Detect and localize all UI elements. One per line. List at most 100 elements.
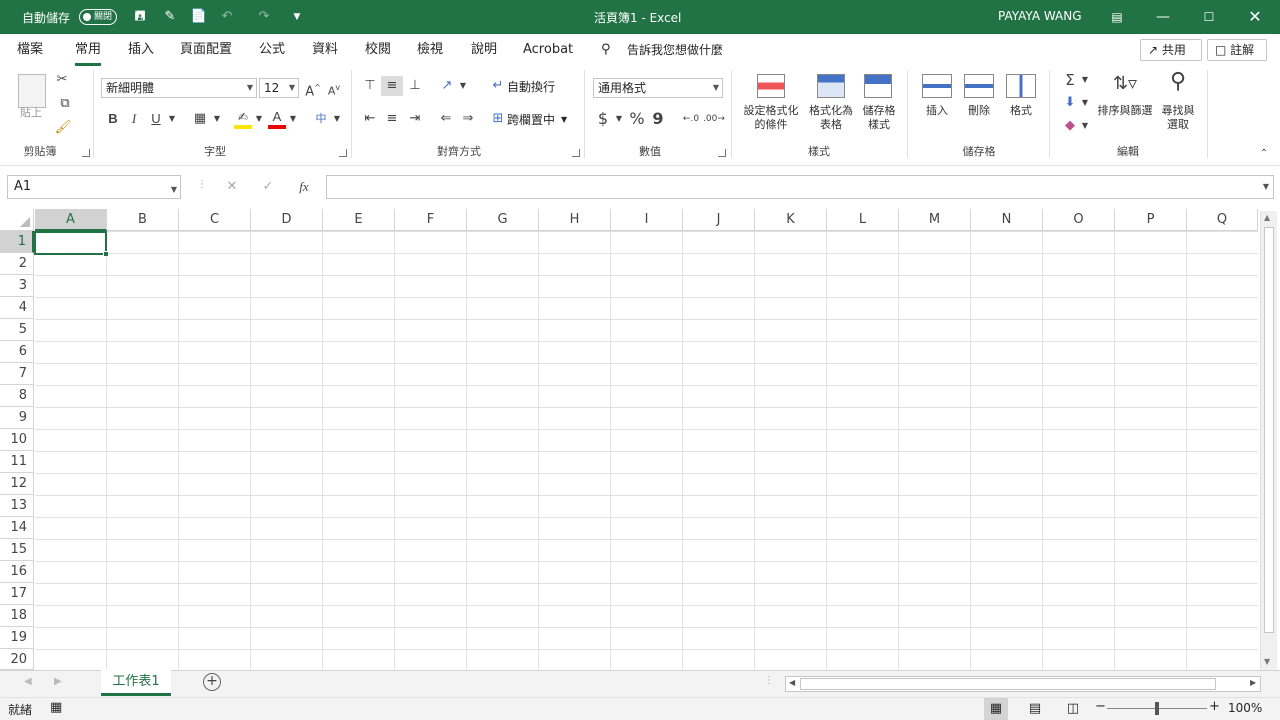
column-header[interactable]: A — [35, 209, 107, 231]
tab-insert[interactable]: 插入 — [128, 40, 154, 60]
copy-icon[interactable]: ⧉ — [54, 94, 76, 114]
tab-split-grip[interactable]: ⋮ — [764, 675, 774, 686]
chevron-down-icon[interactable]: ▼ — [254, 109, 264, 129]
column-header[interactable]: B — [107, 209, 179, 231]
autosave-toggle[interactable]: 關閉 — [79, 9, 117, 25]
column-header[interactable]: I — [611, 209, 683, 231]
tab-home[interactable]: 常用 — [75, 40, 102, 66]
zoom-in-icon[interactable]: + — [1209, 699, 1220, 714]
comma-style-button[interactable]: 9 — [651, 109, 665, 129]
format-painter-icon[interactable]: 🖌 — [54, 118, 72, 138]
row-header[interactable]: 4 — [0, 297, 34, 319]
cut-icon[interactable]: ✂ — [54, 70, 70, 90]
row-header[interactable]: 14 — [0, 517, 34, 539]
column-header[interactable]: N — [971, 209, 1043, 231]
column-header[interactable]: E — [323, 209, 395, 231]
conditional-formatting-icon[interactable] — [757, 74, 785, 98]
underline-button[interactable]: U — [147, 109, 165, 129]
row-header[interactable]: 11 — [0, 451, 34, 473]
horizontal-scroll-thumb[interactable] — [800, 678, 1216, 690]
tab-page-layout[interactable]: 頁面配置 — [180, 40, 232, 60]
increase-decimal-icon[interactable]: ←.0 — [681, 109, 701, 129]
user-name[interactable]: PAYAYA WANG — [998, 9, 1082, 23]
font-color-icon[interactable]: A — [268, 109, 286, 129]
zoom-slider-thumb[interactable] — [1155, 702, 1159, 715]
customize-qat-icon[interactable]: ▼ — [288, 8, 306, 26]
zoom-level[interactable]: 100% — [1228, 701, 1262, 715]
minimize-icon[interactable]: — — [1140, 0, 1186, 34]
share-button[interactable]: ↗ 共用 — [1140, 39, 1202, 61]
row-header[interactable]: 6 — [0, 341, 34, 363]
decrease-font-icon[interactable]: Av — [325, 78, 343, 98]
column-header[interactable]: D — [251, 209, 323, 231]
chevron-down-icon[interactable]: ▼ — [614, 109, 624, 129]
active-cell[interactable] — [34, 231, 109, 257]
row-header[interactable]: 18 — [0, 605, 34, 627]
prev-sheet-icon[interactable]: ◀ — [24, 676, 32, 687]
column-header[interactable]: G — [467, 209, 539, 231]
align-right-icon[interactable]: ⇥ — [405, 109, 425, 129]
clear-icon[interactable]: ◆ — [1060, 116, 1080, 136]
save-as-icon[interactable]: ✎ — [161, 8, 179, 26]
chevron-down-icon[interactable]: ▼ — [288, 109, 298, 129]
tab-file[interactable]: 檔案 — [17, 40, 43, 60]
page-break-view-icon[interactable]: ◫ — [1062, 698, 1084, 720]
font-launcher-icon[interactable] — [339, 149, 347, 157]
row-header[interactable]: 7 — [0, 363, 34, 385]
column-header[interactable]: O — [1043, 209, 1115, 231]
ribbon-display-icon[interactable]: ▤ — [1094, 0, 1140, 34]
italic-button[interactable]: I — [126, 109, 142, 129]
column-header[interactable]: M — [899, 209, 971, 231]
row-header[interactable]: 9 — [0, 407, 34, 429]
decrease-decimal-icon[interactable]: .00→ — [703, 109, 725, 129]
maximize-icon[interactable]: ☐ — [1186, 0, 1232, 34]
number-format-select[interactable]: 通用格式 ▼ — [593, 78, 723, 98]
find-select-label[interactable]: 尋找與 選取 — [1158, 104, 1198, 132]
decrease-indent-icon[interactable]: ⇐ — [436, 109, 456, 129]
merge-center-button[interactable]: ⊞ 跨欄置中 ▼ — [489, 109, 568, 129]
sheet-tab-1[interactable]: 工作表1 — [101, 670, 171, 696]
sort-filter-icon[interactable]: ⇅▿ — [1108, 74, 1142, 100]
row-header[interactable]: 16 — [0, 561, 34, 583]
comments-button[interactable]: □ 註解 — [1207, 39, 1267, 61]
enter-icon[interactable]: ✓ — [258, 177, 278, 197]
scroll-left-icon[interactable]: ◀ — [789, 678, 795, 687]
alignment-launcher-icon[interactable] — [572, 149, 580, 157]
formula-input[interactable]: ▼ — [326, 175, 1274, 199]
vertical-scroll-thumb[interactable] — [1264, 227, 1274, 633]
fill-icon[interactable]: ⬇ — [1060, 93, 1080, 113]
orientation-icon[interactable]: ↗ — [436, 76, 458, 96]
next-sheet-icon[interactable]: ▶ — [54, 676, 62, 687]
tab-data[interactable]: 資料 — [312, 40, 338, 60]
row-header[interactable]: 2 — [0, 253, 34, 275]
borders-icon[interactable]: ▦ — [189, 109, 211, 129]
select-all-button[interactable] — [0, 209, 34, 231]
row-header[interactable]: 15 — [0, 539, 34, 561]
wrap-text-button[interactable]: ↵ 自動換行 — [489, 76, 555, 96]
row-header[interactable]: 12 — [0, 473, 34, 495]
cancel-icon[interactable]: ✕ — [222, 177, 242, 197]
align-left-icon[interactable]: ⇤ — [360, 109, 380, 129]
page-layout-view-icon[interactable]: ▤ — [1024, 698, 1046, 720]
find-select-icon[interactable]: ⚲ — [1162, 71, 1194, 100]
row-header[interactable]: 5 — [0, 319, 34, 341]
vertical-scrollbar[interactable]: ▲ ▼ — [1260, 211, 1277, 671]
tab-view[interactable]: 檢視 — [417, 40, 443, 60]
chevron-down-icon[interactable]: ▼ — [458, 76, 468, 96]
row-header[interactable]: 17 — [0, 583, 34, 605]
delete-cells-label[interactable]: 刪除 — [962, 104, 996, 118]
save-icon[interactable]: 🖪 — [131, 8, 149, 26]
conditional-formatting-label[interactable]: 設定格式化 的條件 — [738, 104, 804, 132]
tab-help[interactable]: 說明 — [471, 40, 497, 60]
column-header[interactable]: C — [179, 209, 251, 231]
increase-font-icon[interactable]: A^ — [304, 78, 322, 99]
scroll-up-icon[interactable]: ▲ — [1264, 213, 1270, 222]
row-header[interactable]: 3 — [0, 275, 34, 297]
fill-color-icon[interactable]: ✍ — [234, 109, 252, 129]
font-name-select[interactable]: 新細明體 ▼ — [101, 78, 257, 98]
sort-filter-label[interactable]: 排序與篩選 — [1094, 104, 1156, 118]
currency-format-button[interactable]: $ — [596, 109, 610, 129]
tab-review[interactable]: 校閱 — [365, 40, 391, 60]
row-header[interactable]: 20 — [0, 649, 34, 670]
column-header[interactable]: K — [755, 209, 827, 231]
